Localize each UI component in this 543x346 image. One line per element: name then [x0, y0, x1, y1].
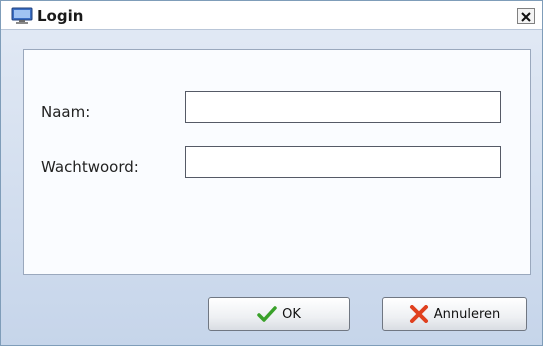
close-button[interactable] — [517, 8, 535, 24]
ok-label: OK — [282, 306, 301, 322]
username-input[interactable] — [185, 91, 501, 123]
window-title: Login — [37, 7, 84, 25]
close-icon — [521, 12, 531, 22]
password-input[interactable] — [185, 146, 501, 178]
title-bar[interactable]: Login — [1, 1, 542, 30]
cancel-label: Annuleren — [433, 306, 501, 322]
login-dialog: Login Naam: Wachtwoord: OK Annuleren — [0, 0, 543, 346]
username-label: Naam: — [41, 103, 91, 121]
ok-button[interactable]: OK — [208, 297, 350, 331]
computer-icon — [11, 7, 33, 25]
x-icon — [409, 305, 429, 323]
cancel-button[interactable]: Annuleren — [382, 297, 527, 331]
password-label: Wachtwoord: — [41, 158, 139, 176]
checkmark-icon — [257, 306, 277, 322]
